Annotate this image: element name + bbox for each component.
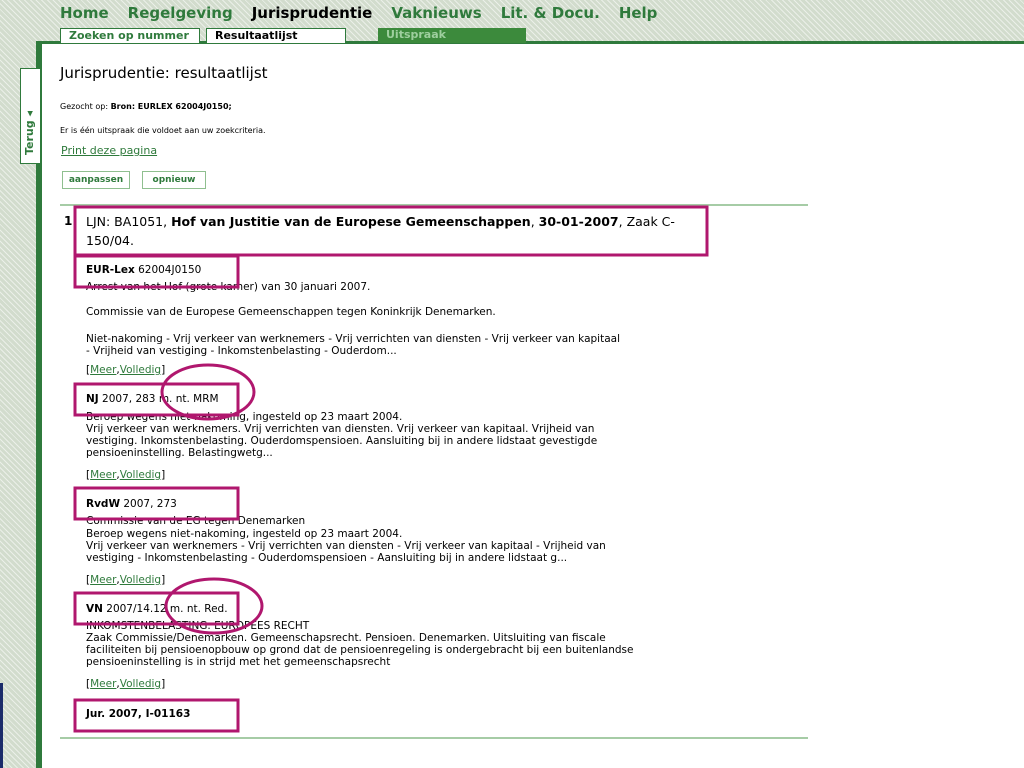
page-title: Jurisprudentie: resultaatlijst: [60, 64, 268, 82]
source-rvdw: RvdW 2007, 273: [86, 498, 177, 510]
divider-bottom: [60, 737, 808, 739]
result-count: Er is één uitspraak die voldoet aan uw z…: [60, 126, 266, 135]
source-text: pensioeninstelling is in strijd met het …: [86, 656, 391, 668]
bracket-close: ]: [161, 678, 166, 690]
opnieuw-button[interactable]: opnieuw: [142, 171, 206, 189]
source-name: EUR-Lex: [86, 264, 135, 276]
source-text: INKOMSTENBELASTING. EUROPEES RECHT: [86, 620, 310, 632]
volledig-link[interactable]: Volledig: [120, 678, 161, 690]
meer-link[interactable]: Meer: [90, 364, 116, 376]
source-text: Vrij verkeer van werknemers. Vrij verric…: [86, 423, 595, 435]
source-name: NJ: [86, 393, 99, 405]
result-number: 1.: [64, 214, 77, 228]
nav-vaknieuws[interactable]: Vaknieuws: [391, 4, 481, 26]
source-text: Vrij verkeer van werknemers - Vrij verri…: [86, 540, 606, 552]
source-text: Arrest van het Hof (grote kamer) van 30 …: [86, 281, 371, 293]
divider-top: [60, 204, 808, 206]
source-text: faciliteiten bij pensioenopbouw op grond…: [86, 644, 634, 656]
source-text: vestiging. Inkomstenbelasting. Ouderdoms…: [86, 435, 598, 447]
meer-link[interactable]: Meer: [90, 469, 116, 481]
volledig-link[interactable]: Volledig: [120, 469, 161, 481]
source-text: Commissie van de Europese Gemeenschappen…: [86, 306, 496, 318]
source-ref: 2007, 283 m. nt. MRM: [102, 393, 219, 405]
result-ljn: LJN: BA1051,: [86, 214, 168, 229]
result-heading[interactable]: LJN: BA1051, Hof van Justitie van de Eur…: [86, 212, 698, 250]
nav-regelgeving[interactable]: Regelgeving: [128, 4, 233, 26]
source-jur: Jur. 2007, I-01163: [86, 708, 190, 720]
source-ref: 2007, 273: [123, 498, 177, 510]
bracket-close: ]: [161, 574, 166, 586]
links-nj: [Meer,Volledig]: [86, 469, 165, 481]
aanpassen-button[interactable]: aanpassen: [62, 171, 130, 189]
nav-lit-docu[interactable]: Lit. & Docu.: [501, 4, 600, 26]
result-sep: ,: [530, 214, 535, 229]
source-text: pensioeninstelling. Belastingwetg...: [86, 447, 273, 459]
links-eurlex: [Meer,Volledig]: [86, 364, 165, 376]
links-vn: [Meer,Volledig]: [86, 678, 165, 690]
top-bar: Home Regelgeving Jurisprudentie Vaknieuw…: [0, 0, 1024, 30]
meer-link[interactable]: Meer: [90, 678, 116, 690]
source-text: Zaak Commissie/Denemarken. Gemeenschapsr…: [86, 632, 606, 644]
nav-jurisprudentie[interactable]: Jurisprudentie: [252, 4, 373, 26]
nav-home[interactable]: Home: [60, 4, 109, 26]
source-text: vestiging - Inkomstenbelasting - Ouderdo…: [86, 552, 568, 564]
source-eurlex: EUR-Lex 62004J0150: [86, 264, 201, 276]
gezocht-label: Gezocht op:: [60, 102, 109, 111]
source-nj: NJ 2007, 283 m. nt. MRM: [86, 393, 219, 405]
source-name: Jur. 2007, I-01163: [86, 708, 191, 720]
print-link[interactable]: Print deze pagina: [61, 144, 157, 157]
nav-help[interactable]: Help: [619, 4, 658, 26]
tab-uitspraak[interactable]: Uitspraak: [378, 28, 526, 43]
result-court: Hof van Justitie van de Europese Gemeens…: [171, 214, 531, 229]
main-nav: Home Regelgeving Jurisprudentie Vaknieuw…: [60, 4, 676, 26]
terug-label: Terug ◂: [23, 111, 36, 155]
window-edge: [0, 683, 3, 768]
gezocht-value: Bron: EURLEX 62004J0150;: [110, 102, 232, 111]
source-ref: 62004J0150: [138, 264, 202, 276]
source-text: Beroep wegens niet-nakoming, ingesteld o…: [86, 411, 403, 423]
sub-tab-bar: Zoeken op nummer Resultaatlijst Uitspraa…: [36, 28, 1024, 44]
bracket-close: ]: [161, 469, 166, 481]
result-date: 30-01-2007: [538, 214, 619, 229]
tab-zoeken-op-nummer[interactable]: Zoeken op nummer: [60, 28, 200, 43]
source-name: RvdW: [86, 498, 121, 510]
bracket-close: ]: [161, 364, 166, 376]
source-text: Commissie van de EG tegen Denemarken: [86, 515, 306, 527]
source-text: Beroep wegens niet-nakoming, ingesteld o…: [86, 528, 403, 540]
tab-resultaatlijst[interactable]: Resultaatlijst: [206, 28, 346, 43]
source-text: - Vrijheid van vestiging - Inkomstenbela…: [86, 345, 397, 357]
source-text: Niet-nakoming - Vrij verkeer van werknem…: [86, 333, 620, 345]
source-ref: 2007/14.12 m. nt. Red.: [106, 603, 228, 615]
source-name: VN: [86, 603, 103, 615]
terug-button[interactable]: Terug ◂: [20, 68, 40, 164]
meer-link[interactable]: Meer: [90, 574, 116, 586]
volledig-link[interactable]: Volledig: [120, 364, 161, 376]
source-vn: VN 2007/14.12 m. nt. Red.: [86, 603, 228, 615]
links-rvdw: [Meer,Volledig]: [86, 574, 165, 586]
search-summary: Gezocht op: Bron: EURLEX 62004J0150;: [60, 102, 232, 111]
volledig-link[interactable]: Volledig: [120, 574, 161, 586]
